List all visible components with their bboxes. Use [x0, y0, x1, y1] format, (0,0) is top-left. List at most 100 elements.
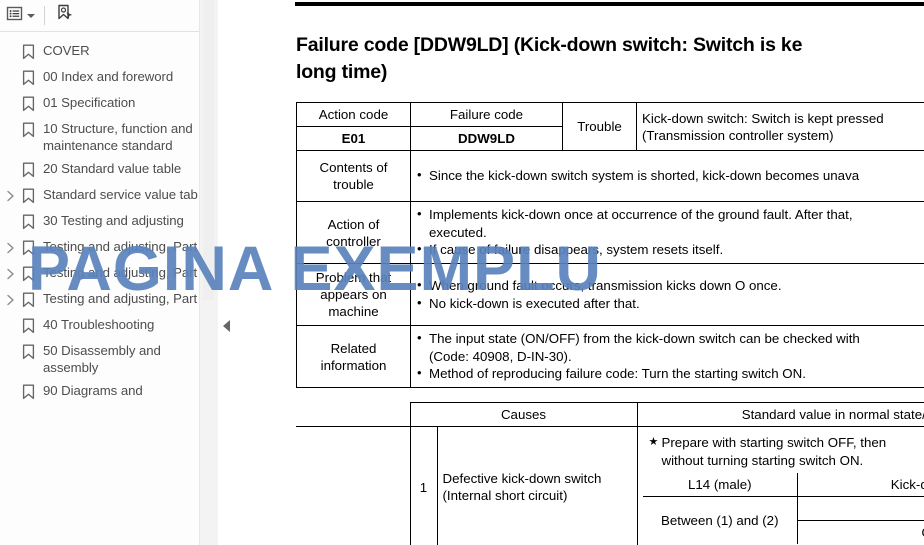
bookmark-item-label: Testing and adjusting, Part 3 [43, 291, 208, 306]
twisty-placeholder [2, 42, 18, 61]
bookmark-item-cover[interactable]: COVER [0, 39, 216, 65]
bookmark-icon [18, 264, 38, 283]
bullet-item: If cause of failure disappears, system r… [416, 240, 924, 259]
bullet-list: Implements kick-down once at occurrence … [416, 205, 924, 259]
cell-state-off: OFF [797, 520, 924, 544]
cell-action-of-controller-label: Action of controller [296, 201, 411, 264]
expand-chevron-icon[interactable] [2, 264, 18, 283]
twisty-placeholder [2, 316, 18, 335]
cell-empty-side [296, 426, 410, 545]
bookmark-icon [18, 382, 38, 401]
cell-trouble-text: Kick-down switch: Switch is kept pressed… [636, 102, 924, 151]
causes-and-standard-value-table: Causes Standard value in normal state/Re… [296, 402, 924, 545]
cell-state-on: ON [797, 496, 924, 521]
cell-related-information-label: Related information [296, 325, 411, 388]
bookmark-item-standard-service-value-tab[interactable]: Standard service value tab [0, 183, 216, 209]
cell-problem-on-machine-label: Problem that appears on machine [296, 263, 411, 326]
sidebar-scrollbar[interactable] [199, 0, 218, 545]
twisty-placeholder [2, 160, 18, 179]
bookmark-options-button[interactable] [4, 4, 37, 28]
sidebar-scrollbar-thumb[interactable] [203, 0, 214, 300]
bookmark-icon [18, 42, 38, 61]
bullet-item: The input state (ON/OFF) from the kick-d… [416, 329, 924, 365]
bookmark-item-structure-function-maintenance[interactable]: 10 Structure, function and maintenance s… [0, 117, 216, 157]
bookmark-item-diagrams[interactable]: 90 Diagrams and [0, 379, 216, 405]
bookmark-icon [18, 238, 38, 257]
bookmark-item-testing-and-adjusting-part-3[interactable]: Testing and adjusting, Part 3 [0, 287, 216, 313]
bookmark-item-label: 40 Troubleshooting [43, 317, 155, 332]
table-row: Contents of trouble Since the kick-down … [296, 150, 924, 202]
bookmark-icon [18, 212, 38, 231]
chevron-down-icon [27, 13, 35, 18]
bullet-list: The input state (ON/OFF) from the kick-d… [416, 329, 924, 383]
bookmark-item-testing-and-adjusting[interactable]: 30 Testing and adjusting [0, 209, 216, 235]
expand-chevron-icon[interactable] [2, 186, 18, 205]
cell-problem-on-machine-value: When ground fault occurs, transmission k… [410, 263, 924, 326]
bullet-list: When ground fault occurs, transmission k… [416, 276, 924, 313]
bookmark-item-index-and-foreword[interactable]: 00 Index and foreword [0, 65, 216, 91]
cell-empty-corner [296, 402, 410, 427]
table-row: Between (1) and (2) ON [642, 496, 924, 544]
table-row: 1 Defective kick-down switch (Internal s… [296, 426, 924, 545]
table-row: Action of controller Implements kick-dow… [296, 201, 924, 264]
bookmark-item-specification[interactable]: 01 Specification [0, 91, 216, 117]
table-row: Problem that appears on machine When gro… [296, 263, 924, 326]
bookmark-item-disassembly-and-assembly[interactable]: 50 Disassembly and assembly [0, 339, 216, 379]
bookmark-item-standard-value-table[interactable]: 20 Standard value table [0, 157, 216, 183]
bookmark-item-testing-and-adjusting-part-2[interactable]: Testing and adjusting, Part 2 [0, 261, 216, 287]
twisty-placeholder [2, 120, 18, 139]
cell-contents-of-trouble-label: Contents of trouble [296, 150, 411, 202]
bookmark-item-label: 20 Standard value table [43, 161, 182, 176]
standard-value-note: Prepare with starting switch OFF, then w… [643, 430, 924, 473]
expand-chevron-icon[interactable] [2, 238, 18, 257]
bookmark-item-testing-and-adjusting-part-1[interactable]: Testing and adjusting, Part 1 [0, 235, 216, 261]
bookmark-icon [18, 316, 38, 335]
new-bookmark-button[interactable] [52, 4, 76, 28]
bullet-item: When ground fault occurs, transmission k… [416, 276, 924, 295]
cell-failure-code-value: DDW9LD [410, 126, 563, 151]
bookmark-item-label: Testing and adjusting, Part 2 [43, 265, 208, 280]
pdf-viewer-window: COVER 00 Index and foreword 01 Specifica… [0, 0, 924, 545]
bookmarks-sidebar: COVER 00 Index and foreword 01 Specifica… [0, 0, 218, 545]
twisty-placeholder [2, 68, 18, 87]
cell-action-of-controller-value: Implements kick-down once at occurrence … [410, 201, 924, 264]
twisty-placeholder [2, 94, 18, 113]
measurement-subtable: L14 (male) Kick-down swit Between (1) an… [642, 473, 924, 544]
cell-related-information-value: The input state (ON/OFF) from the kick-d… [410, 325, 924, 388]
cell-cause-text: Defective kick-down switch (Internal sho… [436, 426, 638, 545]
note-text: Prepare with starting switch OFF, then w… [649, 434, 924, 469]
bookmark-item-label: 30 Testing and adjusting [43, 213, 184, 228]
cell-action-code-header: Action code [296, 102, 411, 127]
document-page: Failure code [DDW9LD] (Kick-down switch:… [218, 0, 924, 545]
cell-condition-header: Kick-down swit [797, 473, 924, 497]
cell-action-code-value: E01 [296, 126, 411, 151]
bookmark-item-label: 01 Specification [43, 95, 136, 110]
triangle-left-icon [222, 320, 230, 332]
page-header-rule [295, 2, 924, 6]
page-title: Failure code [DDW9LD] (Kick-down switch:… [296, 34, 803, 83]
bookmark-item-label: Testing and adjusting, Part 1 [43, 239, 208, 254]
toolbar-separator [44, 6, 45, 25]
outline-list-icon [6, 5, 23, 27]
bookmark-icon [18, 120, 38, 139]
bullet-list: Since the kick-down switch system is sho… [416, 166, 924, 185]
cell-failure-code-header: Failure code [410, 102, 563, 127]
sidebar-toolbar [0, 0, 218, 31]
bookmark-icon [18, 186, 38, 205]
table-row: L14 (male) Kick-down swit [642, 473, 924, 497]
bookmark-item-label: 90 Diagrams and [43, 383, 143, 398]
bookmark-item-label: 00 Index and foreword [43, 69, 174, 84]
bookmark-item-label: COVER [43, 43, 90, 58]
bookmark-pointer-icon [54, 3, 74, 28]
twisty-placeholder [2, 212, 18, 231]
failure-code-summary-table: Action code Failure code Trouble Kick-do… [296, 102, 924, 388]
twisty-placeholder [2, 382, 18, 401]
bullet-item: No kick-down is executed after that. [416, 294, 924, 313]
bookmark-item-label: Standard service value tab [43, 187, 198, 202]
expand-chevron-icon[interactable] [2, 290, 18, 309]
bookmark-item-label: 10 Structure, function and maintenance s… [43, 121, 193, 153]
twisty-placeholder [2, 342, 18, 361]
collapse-sidebar-button[interactable] [219, 318, 233, 334]
bookmark-item-troubleshooting[interactable]: 40 Troubleshooting [0, 313, 216, 339]
cell-cause-number: 1 [409, 426, 438, 545]
